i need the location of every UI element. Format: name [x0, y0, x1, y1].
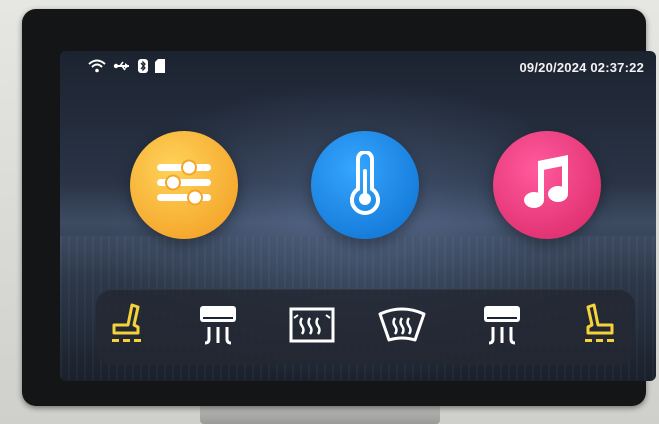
seat-left-icon: [108, 303, 148, 352]
thermometer-icon: [345, 149, 385, 220]
climate-app-button[interactable]: [311, 131, 419, 239]
ac-vent-icon: [197, 303, 239, 352]
ac-vent-icon: [481, 303, 523, 352]
usb-icon: [113, 60, 131, 72]
sliders-icon: [153, 157, 215, 214]
display-bezel: 09/20/2024 02:37:22: [22, 9, 656, 406]
ac-left-button[interactable]: [190, 299, 246, 355]
music-app-button[interactable]: [493, 131, 601, 239]
settings-app-button[interactable]: [130, 131, 238, 239]
dock: [96, 289, 635, 365]
seat-heat-right-button[interactable]: [570, 299, 626, 355]
status-bar: 09/20/2024 02:37:22: [60, 51, 656, 81]
status-icons: [88, 59, 165, 73]
sd-card-icon: [155, 59, 165, 73]
rear-defrost-icon: [288, 306, 336, 349]
display-stand: [200, 404, 440, 424]
screen: 09/20/2024 02:37:22: [60, 51, 656, 381]
rear-defrost-button[interactable]: [284, 299, 340, 355]
seat-right-icon: [578, 303, 618, 352]
bluetooth-icon: [138, 59, 148, 73]
ac-right-button[interactable]: [474, 299, 530, 355]
seat-heat-left-button[interactable]: [100, 299, 156, 355]
front-defrost-icon: [377, 306, 427, 349]
front-defrost-button[interactable]: [374, 299, 430, 355]
wifi-icon: [88, 59, 106, 73]
music-note-icon: [520, 153, 574, 218]
datetime: 09/20/2024 02:37:22: [519, 60, 644, 75]
